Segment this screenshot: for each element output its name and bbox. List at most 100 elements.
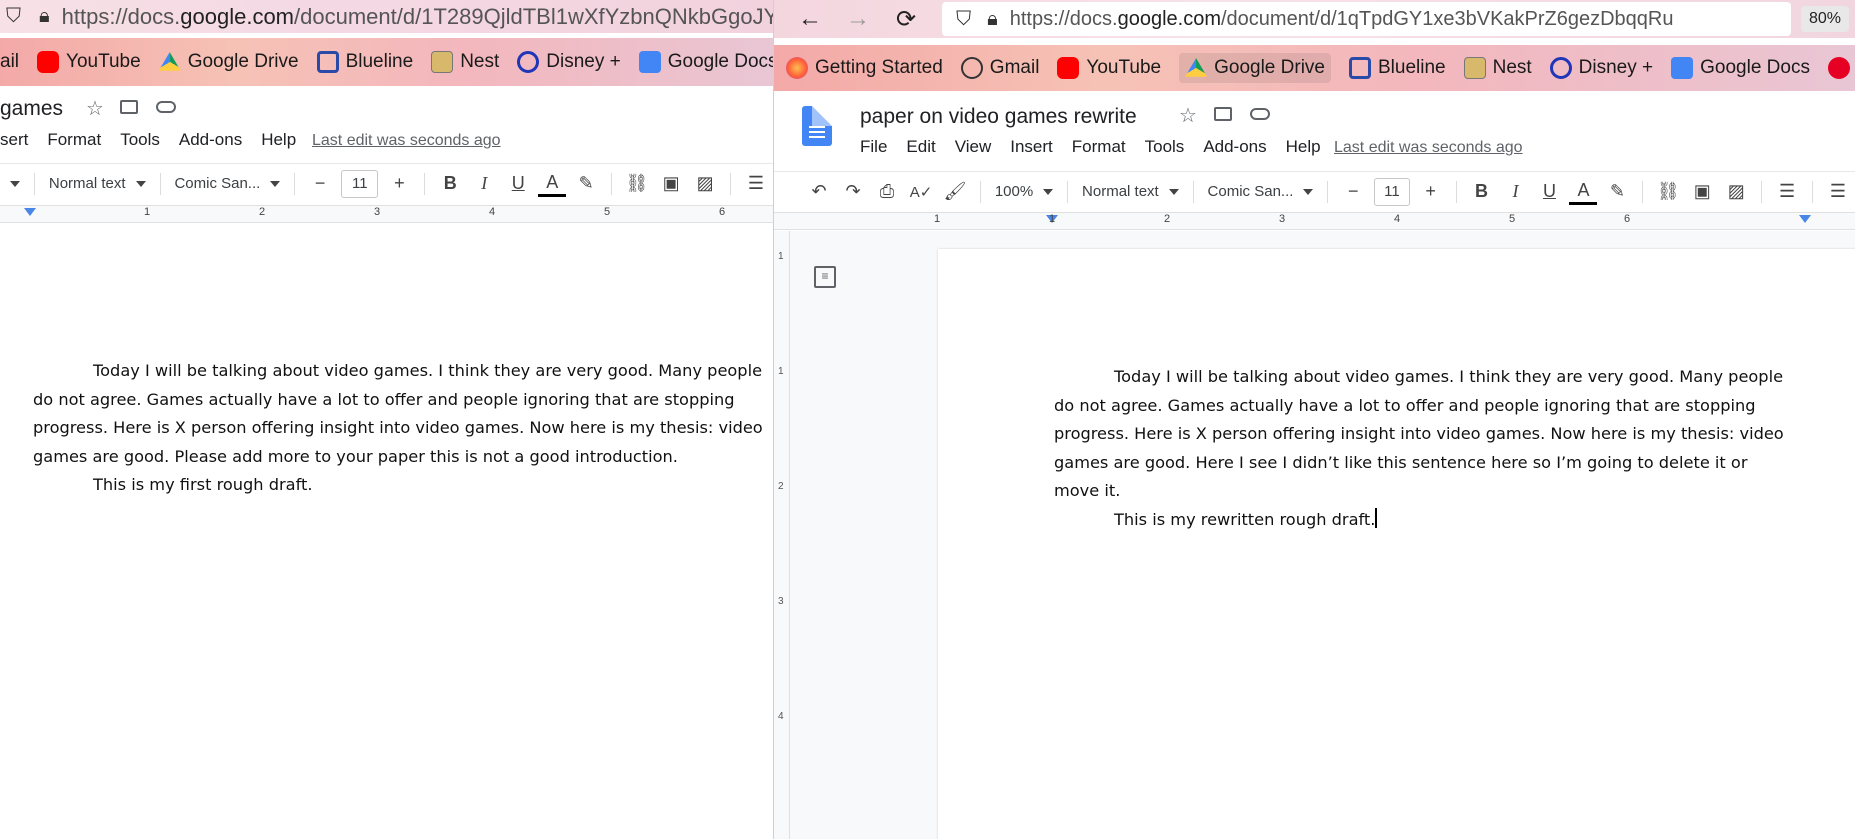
- font-dropdown[interactable]: Comic San...: [1202, 183, 1320, 200]
- bookmark-google-docs[interactable]: Google Docs: [1671, 57, 1810, 79]
- bookmark-disney[interactable]: Disney +: [1549, 57, 1653, 79]
- bookmark-youtube[interactable]: YouTube: [1057, 57, 1161, 79]
- underline-icon[interactable]: U: [504, 170, 532, 198]
- horizontal-ruler[interactable]: 1 2 3 4 5 6: [0, 205, 773, 223]
- link-icon[interactable]: ⛓: [1654, 178, 1682, 206]
- shield-icon[interactable]: ⛉: [6, 5, 21, 28]
- bookmark-google-drive[interactable]: Google Drive: [1179, 53, 1331, 83]
- font-size-input[interactable]: 11: [1374, 177, 1410, 206]
- body-paragraph[interactable]: Today I will be talking about video game…: [1054, 363, 1794, 506]
- body-paragraph[interactable]: This is my first rough draft.: [33, 471, 773, 500]
- italic-icon[interactable]: I: [1501, 178, 1529, 206]
- menu-tools[interactable]: Tools: [120, 130, 160, 150]
- bold-icon[interactable]: B: [436, 170, 464, 198]
- bookmark-nest[interactable]: Nest: [1463, 57, 1532, 79]
- address-bar[interactable]: ← → ⟳ ⛉ 🔒︎ https://docs.google.com/docum…: [774, 0, 1855, 38]
- bookmark-disney[interactable]: Disney +: [517, 51, 621, 73]
- increase-font-size-icon[interactable]: +: [1417, 178, 1445, 206]
- cloud-status-icon[interactable]: [156, 101, 176, 113]
- menu-add-ons[interactable]: Add-ons: [179, 130, 242, 150]
- increase-font-size-icon[interactable]: +: [385, 170, 413, 198]
- body-paragraph[interactable]: Today I will be talking about video game…: [33, 357, 773, 471]
- doc-title[interactable]: games: [0, 97, 63, 121]
- prev-dropdown[interactable]: [0, 176, 26, 192]
- url-text[interactable]: https://docs.google.com/document/d/1qTpd…: [1010, 8, 1674, 31]
- bookmark-blueline[interactable]: Blueline: [1348, 57, 1446, 79]
- last-edit-link[interactable]: Last edit was seconds ago: [1334, 139, 1523, 157]
- zoom-badge[interactable]: 80%: [1800, 6, 1849, 32]
- menu-file[interactable]: File: [860, 137, 887, 157]
- menu-add-ons[interactable]: Add-ons: [1203, 137, 1266, 157]
- paragraph-style-dropdown[interactable]: Normal text: [43, 175, 152, 192]
- star-icon[interactable]: ☆: [86, 96, 104, 121]
- indent-marker-icon[interactable]: [24, 208, 36, 216]
- font-size-input[interactable]: 11: [341, 169, 379, 198]
- line-spacing-icon[interactable]: ☰: [1824, 178, 1852, 206]
- bookmark-google-docs[interactable]: Google Docs: [638, 51, 773, 73]
- menu-tools[interactable]: Tools: [1145, 137, 1185, 157]
- menu-help[interactable]: Help: [261, 130, 296, 150]
- forward-icon[interactable]: →: [846, 5, 870, 33]
- undo-icon[interactable]: ↶: [805, 178, 833, 206]
- lock-icon[interactable]: 🔒︎: [987, 8, 998, 31]
- bookmark-gmail[interactable]: Gmail: [960, 57, 1039, 79]
- bookmark-youtube[interactable]: YouTube: [37, 51, 141, 73]
- align-icon[interactable]: ☰: [1773, 178, 1801, 206]
- cloud-status-icon[interactable]: [1250, 108, 1270, 120]
- bookmark-nest[interactable]: Nest: [431, 51, 499, 73]
- bookmark-google-drive[interactable]: Google Drive: [158, 51, 299, 73]
- doc-title[interactable]: paper on video games rewrite: [860, 105, 1137, 129]
- vertical-ruler[interactable]: 1 1 2 3 4: [774, 231, 790, 839]
- document-body[interactable]: Today I will be talking about video game…: [1054, 363, 1794, 534]
- url-field[interactable]: ⛉ 🔒︎ https://docs.google.com/document/d/…: [942, 2, 1791, 36]
- italic-icon[interactable]: I: [470, 170, 498, 198]
- paragraph-style-dropdown[interactable]: Normal text: [1076, 183, 1185, 200]
- menu-help[interactable]: Help: [1286, 137, 1321, 157]
- shield-icon[interactable]: ⛉: [956, 8, 971, 31]
- image-icon[interactable]: ▨: [1722, 178, 1750, 206]
- document-page[interactable]: Today I will be talking about video game…: [0, 224, 773, 839]
- zoom-dropdown[interactable]: 100%: [989, 183, 1059, 200]
- paint-format-icon[interactable]: 🖌︎: [941, 178, 969, 206]
- comment-icon[interactable]: ▣: [657, 170, 685, 198]
- print-icon[interactable]: ⎙: [873, 178, 901, 206]
- bookmark-blueline[interactable]: Blueline: [316, 51, 413, 73]
- spellcheck-icon[interactable]: A✓: [907, 178, 935, 206]
- bookmark-pinte[interactable]: Pinte: [1827, 57, 1855, 79]
- font-dropdown[interactable]: Comic San...: [168, 175, 286, 192]
- highlight-icon[interactable]: ✎: [1603, 178, 1631, 206]
- menu-format[interactable]: Format: [47, 130, 101, 150]
- right-margin-marker-icon[interactable]: [1799, 215, 1811, 223]
- text-color-icon[interactable]: A: [538, 171, 567, 197]
- move-folder-icon[interactable]: [120, 100, 138, 114]
- link-icon[interactable]: ⛓: [623, 170, 651, 198]
- body-paragraph[interactable]: This is my rewritten rough draft.: [1054, 506, 1794, 535]
- redo-icon[interactable]: ↷: [839, 178, 867, 206]
- comment-icon[interactable]: ▣: [1688, 178, 1716, 206]
- star-icon[interactable]: ☆: [1179, 103, 1197, 128]
- reload-icon[interactable]: ⟳: [896, 5, 916, 34]
- align-icon[interactable]: ☰: [742, 170, 770, 198]
- address-bar[interactable]: ⛉ 🔒︎ https://docs.google.com/document/d/…: [0, 0, 773, 33]
- last-edit-link[interactable]: Last edit was seconds ago: [312, 132, 501, 150]
- menu-insert[interactable]: Insert: [1010, 137, 1053, 157]
- text-color-icon[interactable]: A: [1569, 179, 1598, 205]
- horizontal-ruler[interactable]: 1 1 2 3 4 5 6: [774, 212, 1855, 230]
- document-page[interactable]: Today I will be talking about video game…: [938, 249, 1855, 839]
- bookmark-getting-started[interactable]: Getting Started: [786, 57, 943, 79]
- highlight-icon[interactable]: ✎: [572, 170, 600, 198]
- move-folder-icon[interactable]: [1214, 107, 1232, 121]
- decrease-font-size-icon[interactable]: −: [1339, 178, 1367, 206]
- document-outline-icon[interactable]: ≡: [814, 266, 836, 288]
- document-body[interactable]: Today I will be talking about video game…: [33, 357, 773, 500]
- menu-view[interactable]: View: [955, 137, 992, 157]
- url-text[interactable]: https://docs.google.com/document/d/1T289…: [62, 4, 773, 30]
- menu-edit[interactable]: Edit: [906, 137, 935, 157]
- menu-format[interactable]: Format: [1072, 137, 1126, 157]
- bookmark-ail[interactable]: ail: [0, 51, 19, 73]
- lock-icon[interactable]: 🔒︎: [39, 5, 50, 28]
- docs-logo-icon[interactable]: [802, 106, 832, 146]
- bold-icon[interactable]: B: [1467, 178, 1495, 206]
- underline-icon[interactable]: U: [1535, 178, 1563, 206]
- back-icon[interactable]: ←: [798, 5, 822, 33]
